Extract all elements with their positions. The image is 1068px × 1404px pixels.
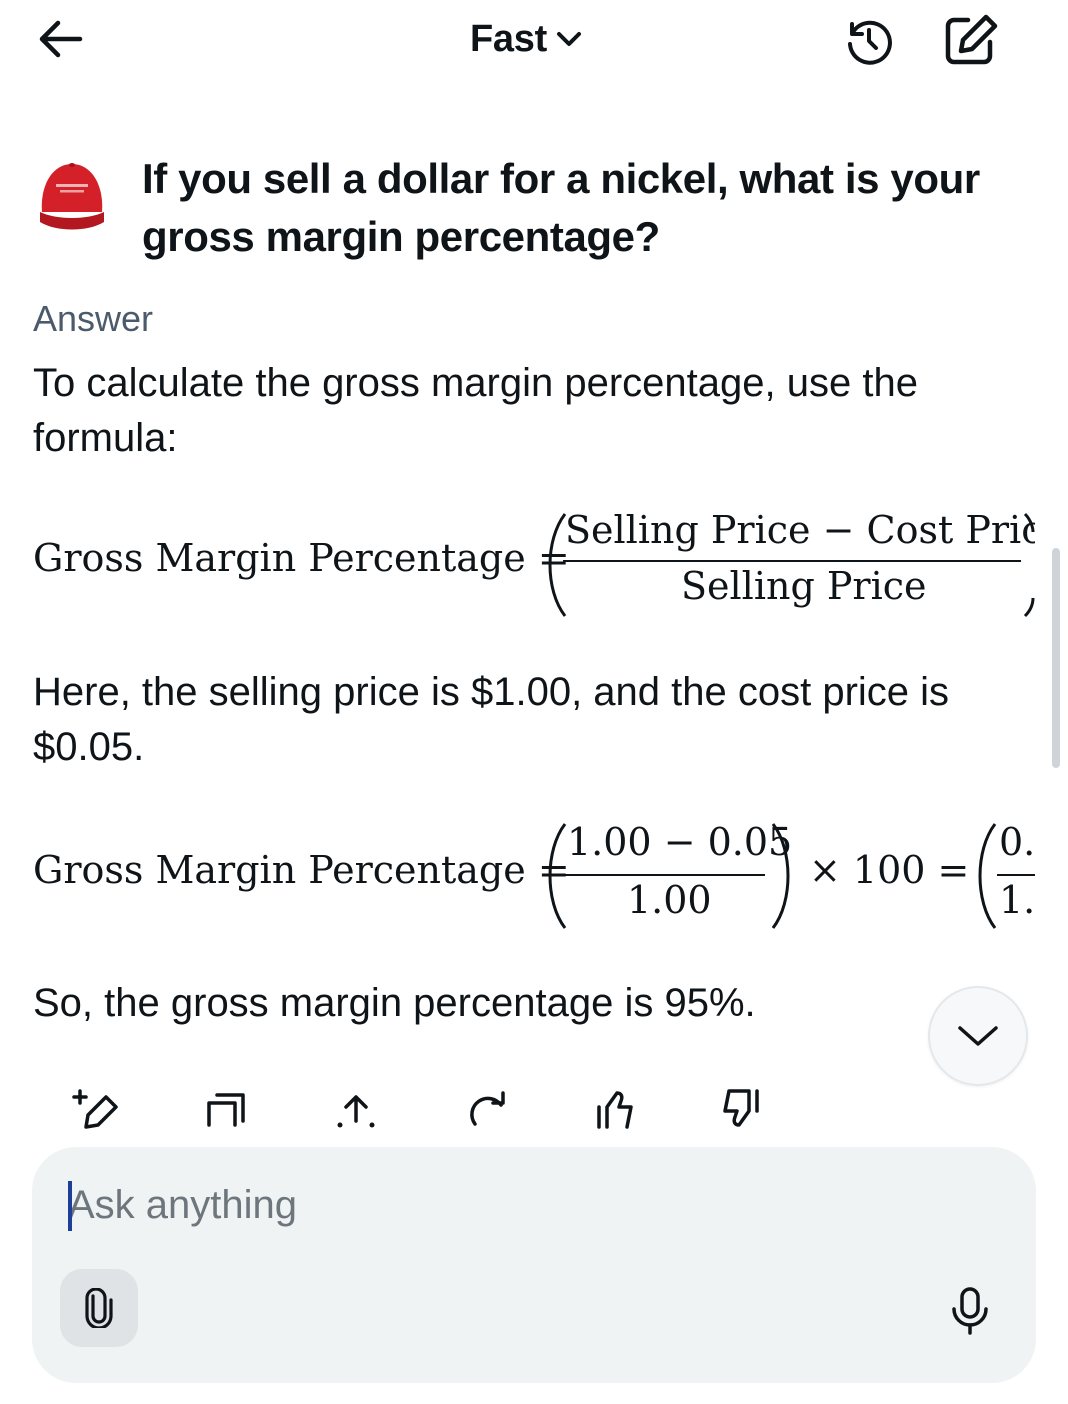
share-button[interactable] bbox=[326, 1084, 386, 1134]
model-selector[interactable]: Fast bbox=[470, 14, 610, 64]
fraction-bar bbox=[563, 560, 1021, 562]
like-button[interactable] bbox=[584, 1084, 644, 1134]
chevron-down-icon bbox=[958, 1026, 998, 1046]
scrollbar[interactable] bbox=[1052, 548, 1060, 768]
microphone-icon bbox=[952, 1287, 988, 1335]
thumbs-down-icon bbox=[723, 1089, 759, 1127]
calc-denominator: 1.00 bbox=[627, 878, 712, 922]
microphone-button[interactable] bbox=[940, 1283, 1000, 1339]
user-question: If you sell a dollar for a nickel, what … bbox=[142, 155, 980, 260]
attach-button[interactable] bbox=[60, 1269, 138, 1347]
ask-input[interactable] bbox=[68, 1177, 928, 1233]
formula-denominator: Selling Price bbox=[681, 564, 927, 608]
calc-numerator-2: 0.! bbox=[999, 820, 1035, 864]
refresh-icon bbox=[470, 1091, 505, 1126]
formula-numerator: Selling Price − Cost Price bbox=[565, 508, 1035, 552]
formula-lhs: Gross Margin Percentage = bbox=[33, 536, 570, 580]
fraction-bar bbox=[563, 874, 765, 876]
thumbs-up-icon bbox=[597, 1091, 633, 1129]
fraction-bar-2 bbox=[997, 874, 1035, 876]
calc-denominator-2: 1.( bbox=[999, 878, 1035, 922]
refresh-button[interactable] bbox=[456, 1084, 516, 1134]
regenerate-edit-button[interactable] bbox=[66, 1084, 126, 1134]
scroll-down-button[interactable] bbox=[928, 986, 1028, 1086]
back-arrow-icon bbox=[39, 20, 83, 58]
sparkle-edit-icon bbox=[72, 1089, 118, 1129]
formula-general: Gross Margin Percentage = Selling Price … bbox=[33, 502, 1035, 624]
formula-calculation: Gross Margin Percentage = 1.00 − 0.05 1.… bbox=[33, 810, 1035, 938]
share-icon bbox=[337, 1095, 375, 1128]
avatar bbox=[36, 156, 108, 236]
calc-times: × 100 = bbox=[809, 848, 970, 892]
chevron-down-icon bbox=[556, 32, 581, 46]
red-cap-avatar-icon bbox=[40, 163, 104, 230]
edit-icon bbox=[945, 14, 998, 65]
copy-icon bbox=[207, 1093, 245, 1127]
calc-numerator: 1.00 − 0.05 bbox=[567, 820, 793, 864]
paperclip-icon bbox=[85, 1288, 113, 1328]
history-button[interactable] bbox=[838, 12, 900, 68]
dislike-button[interactable] bbox=[712, 1084, 772, 1134]
answer-values: Here, the selling price is $1.00, and th… bbox=[33, 670, 950, 769]
answer-intro: To calculate the gross margin percentage… bbox=[33, 361, 918, 460]
right-paren bbox=[771, 823, 790, 929]
back-button[interactable] bbox=[30, 14, 90, 64]
answer-heading: Answer bbox=[33, 298, 154, 339]
model-label: Fast bbox=[470, 17, 547, 60]
text-caret bbox=[68, 1181, 72, 1231]
copy-button[interactable] bbox=[196, 1084, 256, 1134]
right-paren bbox=[1023, 512, 1035, 618]
composer bbox=[32, 1147, 1036, 1383]
answer-conclusion: So, the gross margin percentage is 95%. bbox=[33, 981, 756, 1025]
calc-lhs: Gross Margin Percentage = bbox=[33, 848, 570, 892]
history-icon bbox=[848, 20, 892, 65]
new-chat-button[interactable] bbox=[940, 12, 1002, 68]
